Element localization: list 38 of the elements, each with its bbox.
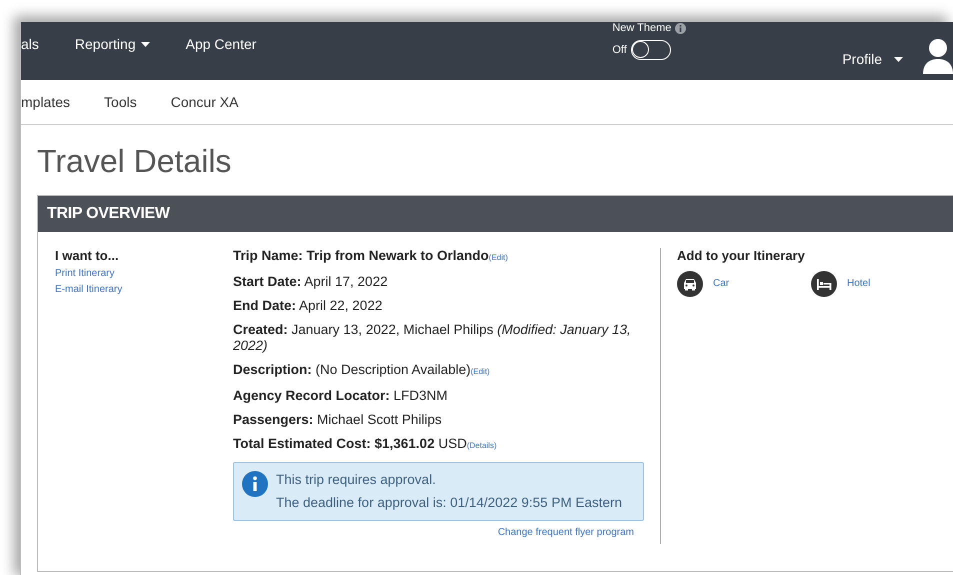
detail-text: Total Estimated Cost: $1,361.02 USD(Details) [233, 436, 498, 453]
detail-link[interactable]: (Edit) [488, 253, 508, 262]
theme-toggle[interactable] [630, 40, 671, 60]
theme-label: New Theme [612, 22, 672, 34]
detail-text: Start Date: April 17, 2022 [233, 274, 389, 290]
caret-icon [140, 42, 150, 46]
action-link[interactable]: Print Itinerary [55, 266, 233, 282]
detail-text: Trip Name: Trip from Newark to Orlando(Edit) [233, 248, 509, 265]
detail-link[interactable]: (Details) [466, 441, 497, 450]
notice-text: The deadline for approval is: 01/14/2022 9:55 PM Eastern [276, 495, 622, 510]
nav-link[interactable]: App Center [186, 36, 256, 52]
detail-text: Created: January 13, 2022, Michael Philips (Modified: January 13, 2022) [233, 322, 632, 354]
add-link[interactable]: Car [713, 276, 730, 292]
add-link[interactable]: Hotel [847, 276, 870, 292]
detail-text: Passengers: Michael Scott Philips [233, 412, 443, 428]
caret-icon [894, 56, 903, 62]
panel-header: TRIP OVERVIEW [38, 196, 953, 232]
avatar-icon[interactable] [923, 38, 953, 74]
bed-icon[interactable] [811, 271, 837, 297]
frequent-flyer-link[interactable]: Change frequent flyer program [498, 527, 634, 538]
detail-text: End Date: April 22, 2022 [233, 298, 384, 314]
nav-link[interactable]: mplates [21, 94, 70, 110]
nav-link[interactable]: Tools [104, 94, 137, 110]
actions-heading: I want to... [55, 248, 120, 263]
nav-link[interactable]: als [21, 36, 39, 52]
itinerary-heading: Add to your Itinerary [677, 248, 806, 263]
detail-text: Agency Record Locator: LFD3NM [233, 388, 449, 404]
toggle-state-label: Off [612, 44, 627, 56]
notice-text: This trip requires approval. [276, 472, 437, 487]
page-title: Travel Details [37, 143, 232, 180]
profile-menu[interactable]: Profile [842, 51, 903, 67]
nav-link[interactable]: Reporting [74, 36, 150, 52]
info-icon [242, 471, 268, 497]
detail-text: Description: (No Description Available)(Edit) [233, 362, 491, 379]
nav-link[interactable]: Concur XA [170, 94, 238, 110]
car-icon[interactable] [677, 271, 703, 297]
action-link[interactable]: E-mail Itinerary [55, 282, 233, 298]
detail-link[interactable]: (Edit) [470, 367, 490, 376]
